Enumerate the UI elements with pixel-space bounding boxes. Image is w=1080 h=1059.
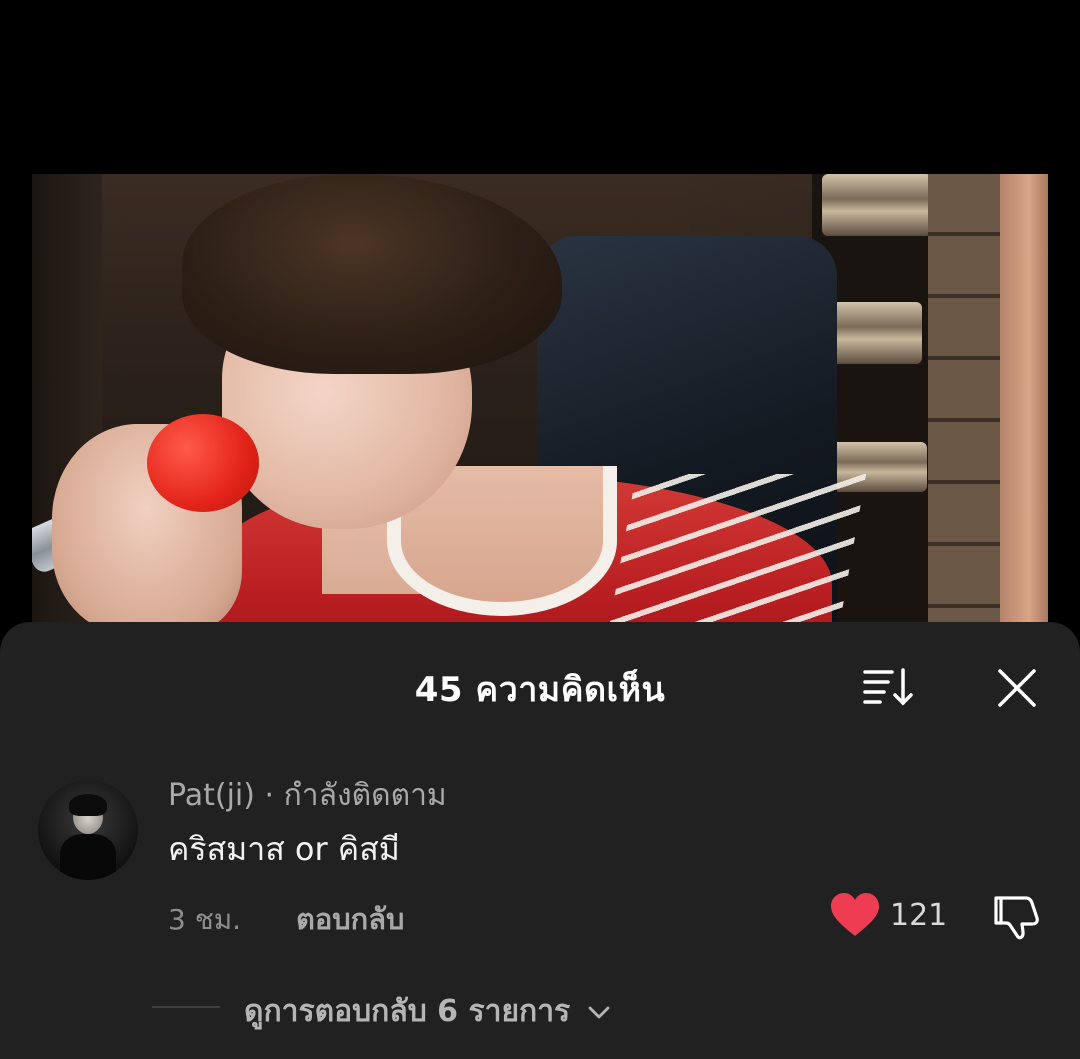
comment-timestamp: 3 ชม. [168, 903, 242, 936]
comment-author[interactable]: Pat(ji) · กำลังติดตาม [168, 772, 447, 819]
reply-button[interactable]: ตอบกลับ [296, 896, 404, 942]
chevron-down-icon [588, 1006, 610, 1018]
dislike-button[interactable] [992, 892, 1042, 942]
like-button[interactable] [830, 892, 880, 938]
comment-text: คริสมาส or คิสมี [168, 830, 400, 868]
avatar-figure-body [60, 834, 116, 880]
view-replies-label: ดูการตอบกลับ 6 รายการ [244, 994, 571, 1029]
avatar-figure-hair [69, 794, 107, 816]
video-shirt-stripes [607, 474, 867, 634]
video-microphone-head [147, 414, 259, 512]
replies-divider [152, 1006, 220, 1008]
avatar[interactable] [38, 780, 138, 880]
video-player[interactable] [32, 174, 1048, 634]
heart-icon [831, 893, 879, 936]
view-replies-button[interactable]: ดูการตอบกลับ 6 รายการ [244, 988, 611, 1035]
video-background-curtain [1000, 174, 1048, 634]
close-button[interactable] [996, 667, 1038, 709]
video-drum [822, 174, 932, 236]
comments-sheet: 45 ความคิดเห็น Pat(ji) · กำลังติดตาม คริ… [0, 622, 1080, 1059]
video-hair [182, 174, 562, 374]
video-drum [822, 302, 922, 364]
comments-title: 45 ความคิดเห็น [414, 670, 666, 710]
close-icon [998, 669, 1036, 707]
thumbs-down-icon [994, 896, 1039, 940]
sort-button[interactable] [862, 667, 916, 707]
like-count: 121 [890, 898, 948, 933]
sort-icon [863, 668, 913, 706]
